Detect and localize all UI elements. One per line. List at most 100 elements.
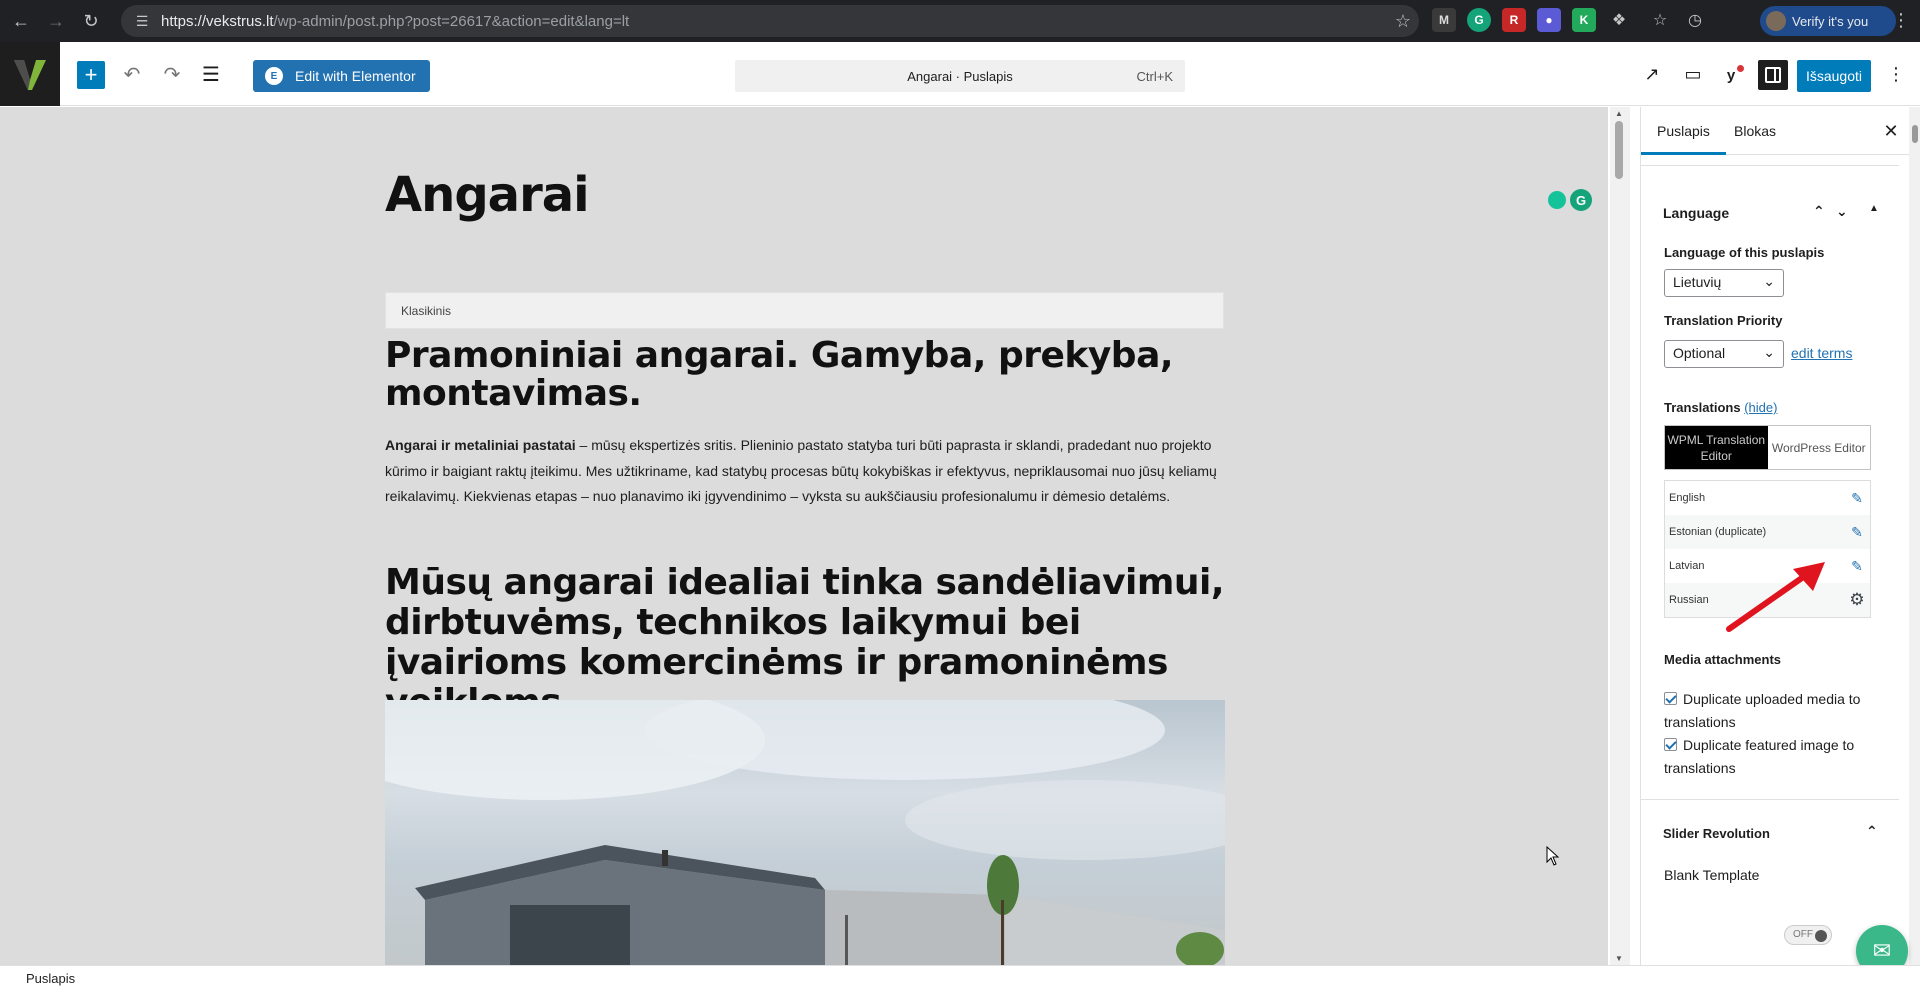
yoast-seo-icon[interactable]: y (1717, 62, 1745, 88)
paragraph-block[interactable]: Angarai ir metaliniai pastatai – mūsų ek… (385, 433, 1230, 510)
chevron-down-icon: ⌄ (1763, 273, 1775, 289)
browser-menu-icon[interactable]: ⋮ (1892, 10, 1910, 31)
block-breadcrumb[interactable]: Puslapis (0, 965, 1920, 991)
extension-icon[interactable]: R (1502, 8, 1526, 32)
breadcrumb-item[interactable]: Puslapis (26, 971, 75, 986)
command-palette-button[interactable]: Angarai · Puslapis Ctrl+K (735, 60, 1185, 92)
url-text[interactable]: https://vekstrus.lt/wp-admin/post.php?po… (161, 13, 1387, 30)
toggle-knob (1815, 930, 1827, 942)
extension-icon[interactable]: K (1572, 8, 1596, 32)
priority-select-value: Optional (1673, 345, 1726, 361)
settings-toggle-button[interactable] (1758, 60, 1788, 90)
hangar-image[interactable] (385, 700, 1225, 965)
sidebar-tabs: Puslapis Blokas ✕ (1641, 107, 1920, 155)
redo-icon[interactable]: ↷ (158, 60, 186, 88)
collapse-icon[interactable]: ▲ (1869, 203, 1879, 214)
language-of-page-label: Language of this puslapis (1664, 245, 1825, 260)
chevron-up-icon[interactable]: ⌃ (1813, 203, 1825, 220)
language-name: English (1669, 492, 1706, 504)
table-row: Estonian (duplicate) ✎ (1665, 515, 1870, 549)
heading-block[interactable]: Mūsų angarai idealiai tinka sandėliavimu… (385, 563, 1225, 723)
grammarly-widget[interactable]: G (1548, 189, 1592, 211)
site-logo-icon[interactable] (0, 42, 60, 106)
red-arrow-annotation (1726, 562, 1825, 632)
tab-block[interactable]: Blokas (1718, 107, 1792, 155)
site-settings-icon[interactable]: ☰ (131, 13, 153, 30)
language-panel-title[interactable]: Language (1663, 205, 1729, 221)
scrollbar-thumb[interactable] (1615, 121, 1623, 179)
undo-icon[interactable]: ↶ (118, 60, 146, 88)
canvas-scrollbar[interactable]: ▲ ▼ (1610, 107, 1630, 965)
scroll-down-icon[interactable]: ▼ (1615, 954, 1623, 963)
history-icon[interactable]: ◷ (1683, 8, 1707, 32)
paragraph-bold: Angarai ir metaliniai pastatai (385, 437, 576, 453)
preview-device-icon[interactable]: ▭ (1679, 60, 1707, 88)
scrollbar-thumb[interactable] (1912, 125, 1918, 143)
mouse-cursor (1546, 846, 1560, 866)
table-row: English ✎ (1665, 481, 1870, 515)
translation-editor-toggle: WPML Translation Editor WordPress Editor (1664, 425, 1871, 470)
duplicate-featured-checkbox[interactable]: Duplicate featured image to translations (1664, 734, 1874, 780)
heading-block[interactable]: Pramoniniai angarai. Gamyba, prekyba, mo… (385, 337, 1225, 413)
duplicate-media-checkbox[interactable]: Duplicate uploaded media to translations (1664, 688, 1874, 734)
chevron-up-icon[interactable]: ⌃ (1866, 823, 1878, 840)
forward-icon[interactable]: → (42, 7, 70, 35)
options-menu-icon[interactable]: ⋮ (1882, 60, 1910, 88)
elementor-icon: E (265, 67, 283, 85)
slider-revolution-panel-title[interactable]: Slider Revolution (1663, 826, 1770, 841)
gear-icon[interactable]: ⚙ (1848, 590, 1866, 610)
translations-label: Translations (hide) (1664, 400, 1777, 415)
pencil-icon[interactable]: ✎ (1848, 490, 1866, 507)
chevron-down-icon[interactable]: ⌄ (1836, 203, 1848, 220)
divider (1641, 799, 1899, 800)
divider (1641, 165, 1899, 166)
extension-icon[interactable]: M (1432, 8, 1456, 32)
edit-terms-link[interactable]: edit terms (1791, 345, 1852, 361)
reload-icon[interactable]: ↻ (77, 7, 105, 35)
duplicate-media-label: Duplicate uploaded media to translations (1664, 691, 1861, 730)
profile-label: Verify it's you (1792, 13, 1869, 29)
media-attachments-title: Media attachments (1664, 652, 1782, 667)
extension-icon[interactable]: ● (1537, 8, 1561, 32)
extensions-row: M G R ● K ❖ ☆ ◷ (1432, 8, 1707, 32)
save-button[interactable]: Išsaugoti (1797, 60, 1871, 92)
edit-with-elementor-button[interactable]: E Edit with Elementor (253, 60, 430, 92)
scroll-up-icon[interactable]: ▲ (1615, 109, 1623, 118)
editor-canvas[interactable]: Angarai G Klasikinis Pramoniniai angarai… (0, 107, 1608, 965)
tab-page[interactable]: Puslapis (1641, 107, 1726, 155)
checkbox-checked[interactable] (1664, 692, 1677, 705)
grammarly-extension-icon[interactable]: G (1467, 8, 1491, 32)
priority-select[interactable]: Optional ⌄ (1664, 340, 1784, 368)
checkbox-checked[interactable] (1664, 738, 1677, 751)
translation-priority-label: Translation Priority (1664, 313, 1783, 328)
document-overview-icon[interactable]: ☰ (197, 60, 225, 88)
language-name: Estonian (duplicate) (1669, 526, 1767, 538)
avatar (1766, 11, 1786, 31)
hide-link[interactable]: (hide) (1744, 400, 1777, 415)
wpml-editor-option[interactable]: WPML Translation Editor (1665, 426, 1768, 469)
language-select-value: Lietuvių (1673, 274, 1722, 290)
profile-button[interactable]: Verify it's you (1760, 6, 1896, 36)
blank-template-toggle[interactable]: OFF (1784, 925, 1832, 945)
sidebar-scrollbar[interactable] (1909, 107, 1920, 965)
reading-list-icon[interactable]: ☆ (1648, 8, 1672, 32)
bookmark-star-icon[interactable]: ☆ (1387, 11, 1419, 32)
close-icon[interactable]: ✕ (1879, 119, 1903, 143)
page-title[interactable]: Angarai (385, 167, 590, 223)
wordpress-editor-option[interactable]: WordPress Editor (1768, 426, 1871, 469)
pencil-icon[interactable]: ✎ (1848, 558, 1866, 575)
duplicate-featured-label: Duplicate featured image to translations (1664, 737, 1855, 776)
grammarly-icon[interactable]: G (1570, 189, 1592, 211)
address-bar[interactable]: ☰ https://vekstrus.lt/wp-admin/post.php?… (121, 5, 1419, 37)
classic-block-toolbar[interactable]: Klasikinis (385, 292, 1224, 329)
add-block-button[interactable]: + (77, 61, 105, 89)
puzzle-icon[interactable]: ❖ (1607, 8, 1631, 32)
chevron-down-icon: ⌄ (1763, 344, 1775, 360)
settings-sidebar: Puslapis Blokas ✕ Language ⌃ ⌄ ▲ Languag… (1640, 107, 1920, 965)
blank-template-label: Blank Template (1664, 867, 1760, 883)
language-select[interactable]: Lietuvių ⌄ (1664, 269, 1784, 297)
back-icon[interactable]: ← (7, 7, 35, 35)
pencil-icon[interactable]: ✎ (1848, 524, 1866, 541)
grammarly-suggestion-icon[interactable] (1548, 191, 1566, 209)
view-page-icon[interactable]: ↗ (1638, 60, 1666, 88)
